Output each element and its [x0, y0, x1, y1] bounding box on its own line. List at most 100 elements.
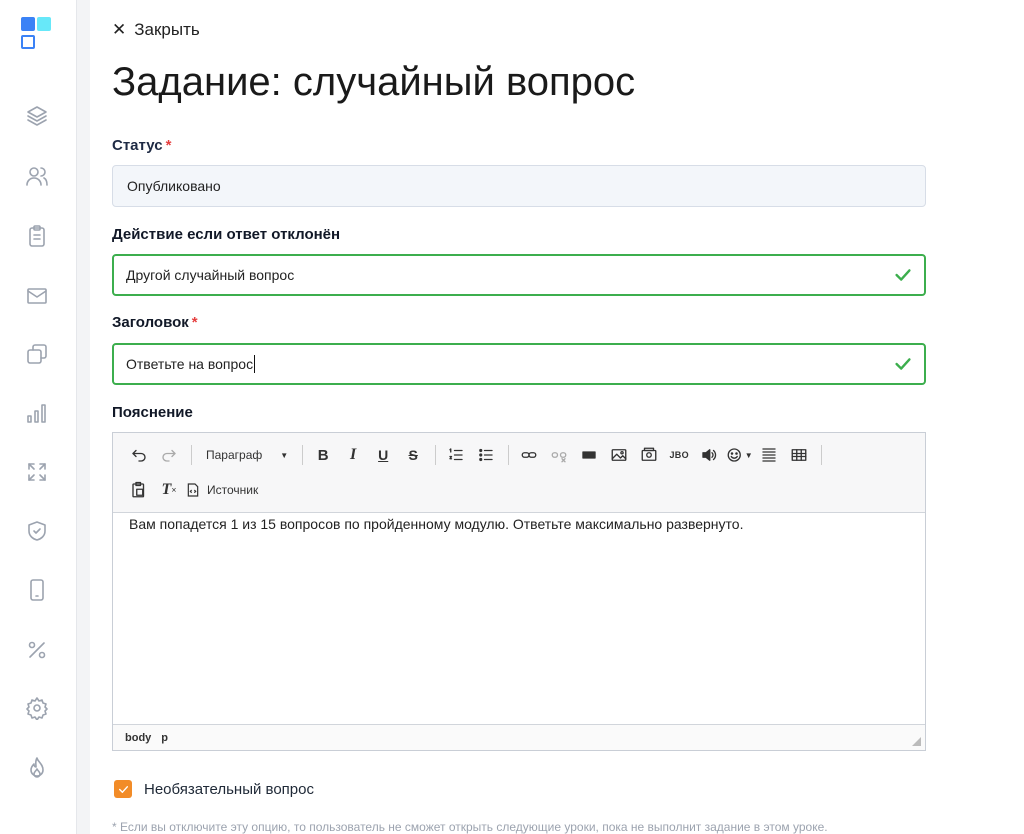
horizontal-rule-button[interactable]: [755, 442, 783, 468]
path-item[interactable]: p: [161, 732, 168, 744]
audio-button[interactable]: [695, 442, 723, 468]
bar-chart-icon[interactable]: [24, 400, 50, 426]
source-icon: [187, 483, 199, 497]
action-label-text: Действие если ответ отклонён: [112, 226, 341, 243]
users-icon[interactable]: [24, 163, 50, 189]
explanation-label-text: Пояснение: [112, 404, 193, 421]
toolbar-separator: [821, 445, 823, 465]
clear-formatting-button[interactable]: T ×: [155, 477, 183, 503]
logo-square: [21, 35, 35, 49]
link-icon: [521, 452, 537, 458]
code-button[interactable]: JBO: [665, 442, 693, 468]
image-icon: [611, 449, 627, 461]
sidebar-divider: [76, 0, 90, 834]
heading-value: Ответьте на вопрос: [126, 356, 254, 372]
editor-content[interactable]: Вам попадется 1 из 15 вопросов по пройде…: [129, 515, 909, 533]
toolbar-separator: [508, 445, 510, 465]
bold-button[interactable]: B: [309, 442, 337, 468]
image-button[interactable]: [605, 442, 633, 468]
clipboard-icon[interactable]: [24, 223, 50, 249]
check-icon: [895, 358, 911, 370]
paragraph-format-value: Параграф: [206, 448, 263, 462]
toolbar-row: Параграф ▼ B I U S JBO ▼: [125, 442, 828, 468]
anchor-button[interactable]: [575, 442, 603, 468]
resize-handle[interactable]: [912, 737, 921, 746]
copy-icon[interactable]: [24, 341, 50, 367]
paste-icon: [132, 481, 145, 498]
smiley-icon: [727, 448, 741, 462]
status-label-text: Статус: [112, 137, 163, 154]
hint-text: * Если вы отключите эту опцию, то пользо…: [112, 820, 828, 834]
source-label: Источник: [207, 483, 259, 497]
checkmark-icon: [118, 785, 128, 793]
chevron-down-icon: ▼: [280, 450, 289, 460]
required-mark: *: [191, 314, 198, 331]
close-label: Закрыть: [134, 20, 200, 39]
unlink-button[interactable]: [545, 442, 573, 468]
unlink-icon: [551, 452, 567, 463]
toolbar-separator: [435, 445, 437, 465]
optional-question-label: Необязательный вопрос: [144, 780, 314, 798]
action-select[interactable]: Другой случайный вопрос: [112, 254, 926, 296]
path-item[interactable]: body: [125, 732, 151, 744]
required-mark: *: [165, 137, 172, 154]
text-caret: [254, 355, 256, 373]
status-value: Опубликовано: [127, 178, 221, 194]
layers-icon[interactable]: [24, 103, 50, 129]
bullet-list-button[interactable]: [472, 442, 500, 468]
paste-button[interactable]: [125, 477, 153, 503]
logo[interactable]: [21, 17, 53, 51]
checkbox[interactable]: [114, 780, 132, 798]
undo-button[interactable]: [125, 442, 153, 468]
chevron-down-icon: ▼: [744, 450, 753, 460]
phone-icon[interactable]: [24, 577, 50, 603]
logo-square: [21, 17, 35, 31]
expand-icon[interactable]: [24, 459, 50, 485]
heading-label-text: Заголовок: [112, 314, 189, 331]
italic-button[interactable]: I: [339, 442, 367, 468]
table-button[interactable]: [785, 442, 813, 468]
percent-icon[interactable]: [24, 637, 50, 663]
speaker-icon: [702, 449, 717, 461]
undo-icon: [132, 449, 146, 462]
heading-label: Заголовок *: [112, 314, 198, 331]
shield-icon[interactable]: [24, 518, 50, 544]
action-value: Другой случайный вопрос: [126, 267, 295, 283]
bullet-list-icon: [479, 448, 493, 462]
close-icon: ✕: [112, 20, 127, 39]
redo-button[interactable]: [155, 442, 183, 468]
link-button[interactable]: [515, 442, 543, 468]
mail-icon[interactable]: [24, 283, 50, 309]
source-button[interactable]: Источник: [185, 482, 258, 498]
rich-text-editor: Параграф ▼ B I U S JBO ▼ T × Источник Ва…: [112, 432, 926, 751]
toolbar-separator: [302, 445, 304, 465]
toolbar-row: T × Источник: [125, 477, 258, 503]
underline-button[interactable]: U: [369, 442, 397, 468]
heading-input[interactable]: Ответьте на вопрос: [112, 343, 926, 385]
numbered-list-icon: [449, 448, 463, 461]
flame-icon[interactable]: [24, 755, 50, 781]
editor-statusbar: body p: [113, 724, 925, 750]
media-button[interactable]: [635, 442, 663, 468]
toolbar-separator: [191, 445, 192, 465]
editor-toolbar: Параграф ▼ B I U S JBO ▼ T × Источник: [113, 433, 925, 513]
close-button[interactable]: ✕ Закрыть: [112, 20, 200, 40]
action-label: Действие если ответ отклонён: [112, 226, 340, 243]
emoji-button[interactable]: ▼: [725, 442, 753, 468]
paragraph-format-select[interactable]: Параграф ▼: [198, 442, 296, 468]
gear-icon[interactable]: [24, 695, 50, 721]
optional-question-checkbox[interactable]: Необязательный вопрос: [114, 780, 314, 798]
clear-x-icon: ×: [171, 485, 177, 495]
strikethrough-button[interactable]: S: [399, 442, 427, 468]
horizontal-rule-icon: [762, 448, 776, 462]
logo-square: [37, 17, 51, 31]
status-select[interactable]: Опубликовано: [112, 165, 926, 207]
explanation-label: Пояснение: [112, 404, 193, 421]
check-icon: [895, 269, 911, 281]
sidebar: [0, 0, 76, 834]
numbered-list-button[interactable]: [442, 442, 470, 468]
media-icon: [641, 447, 657, 461]
anchor-icon: [582, 451, 596, 459]
status-label: Статус *: [112, 137, 171, 154]
redo-icon: [162, 449, 176, 462]
